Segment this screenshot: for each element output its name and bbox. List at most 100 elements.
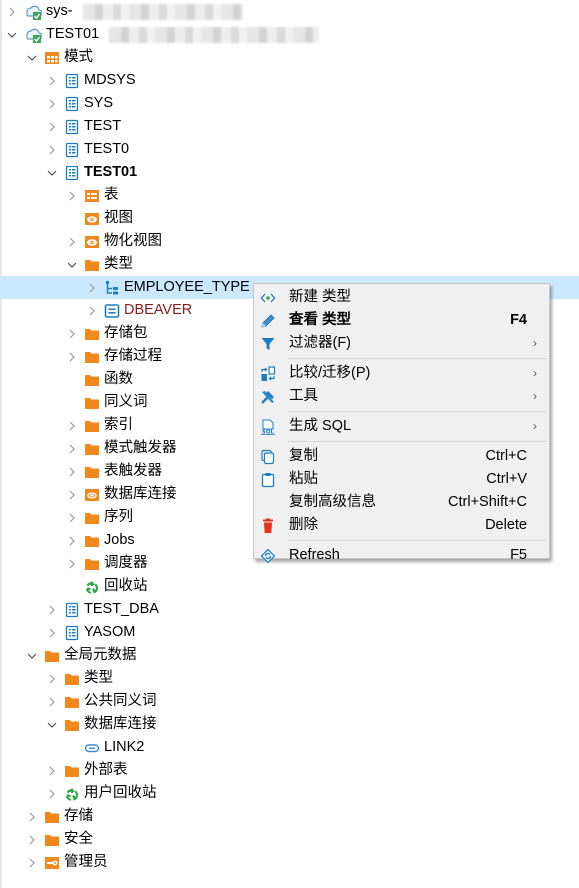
- table-folder-icon: [84, 188, 100, 204]
- expand-chevron-icon[interactable]: [46, 782, 58, 805]
- menu-item-copy[interactable]: 复制 Ctrl+C: [254, 445, 549, 468]
- tree-node-label: DBEAVER: [124, 302, 193, 318]
- tree-node-sys[interactable]: sys -: [0, 0, 579, 23]
- tree-node-模式[interactable]: 模式: [0, 46, 579, 69]
- context-menu: 新建 类型 查看 类型 F4 过滤器(F) › 比较/迁移(P) › 工具 › SQL 生成 SQL…: [253, 283, 550, 563]
- tree-node-用户回收站[interactable]: 用户回收站: [0, 782, 579, 805]
- tree-node-label: 函数: [104, 371, 133, 387]
- paste-icon: [260, 472, 276, 488]
- tree-node-公共同义词[interactable]: 公共同义词: [0, 690, 579, 713]
- tree-node-test01[interactable]: TEST01: [0, 161, 579, 184]
- tree-node-label: 用户回收站: [84, 785, 157, 801]
- tree-node-label: 视图: [104, 210, 133, 226]
- expand-chevron-icon[interactable]: [66, 230, 78, 253]
- schema-icon: [64, 602, 80, 618]
- tree-node-类型[interactable]: 类型: [0, 253, 579, 276]
- expand-chevron-icon[interactable]: [66, 460, 78, 483]
- expand-chevron-icon[interactable]: [66, 184, 78, 207]
- submenu-arrow-icon: ›: [533, 419, 537, 433]
- tree-node-视图[interactable]: 视图: [0, 207, 579, 230]
- schema-icon: [64, 73, 80, 89]
- tree-node-test_dba[interactable]: TEST_DBA: [0, 598, 579, 621]
- expand-chevron-icon[interactable]: [46, 759, 58, 782]
- expand-chevron-icon[interactable]: [46, 115, 58, 138]
- expand-chevron-icon[interactable]: [26, 828, 38, 851]
- tree-node-回收站[interactable]: 回收站: [0, 575, 579, 598]
- menu-item-edit-pencil[interactable]: 查看 类型 F4: [254, 309, 549, 332]
- tree-node-外部表[interactable]: 外部表: [0, 759, 579, 782]
- tree-node-类型[interactable]: 类型: [0, 667, 579, 690]
- tree-node-存储[interactable]: 存储: [0, 805, 579, 828]
- expand-chevron-icon[interactable]: [86, 276, 98, 299]
- expand-chevron-icon[interactable]: [26, 851, 38, 874]
- menu-item-compare[interactable]: 比较/迁移(P) ›: [254, 362, 549, 385]
- menu-item-paste[interactable]: 粘贴 Ctrl+V: [254, 468, 549, 491]
- tree-node-管理员[interactable]: 管理员: [0, 851, 579, 874]
- tree-node-mdsys[interactable]: MDSYS: [0, 69, 579, 92]
- collapse-chevron-icon[interactable]: [6, 23, 18, 46]
- expand-chevron-icon[interactable]: [66, 483, 78, 506]
- expand-chevron-icon[interactable]: [66, 345, 78, 368]
- tree-node-label: 表触发器: [104, 463, 162, 479]
- tree-node-test01[interactable]: TEST01: [0, 23, 579, 46]
- menu-item-new[interactable]: 新建 类型: [254, 286, 549, 309]
- menu-item-filter[interactable]: 过滤器(F) ›: [254, 332, 549, 355]
- menu-separator: [288, 411, 547, 412]
- type-invalid-icon: [104, 303, 120, 319]
- menu-item-tools[interactable]: 工具 ›: [254, 385, 549, 408]
- menu-separator: [288, 540, 547, 541]
- collapse-chevron-icon[interactable]: [26, 46, 38, 69]
- expand-chevron-icon[interactable]: [46, 690, 58, 713]
- expand-chevron-icon[interactable]: [46, 621, 58, 644]
- expand-chevron-icon[interactable]: [86, 299, 98, 322]
- tree-node-label: TEST: [84, 118, 122, 134]
- menu-item-shortcut: F5: [510, 547, 527, 563]
- expand-chevron-icon[interactable]: [66, 437, 78, 460]
- expand-chevron-icon[interactable]: [66, 552, 78, 575]
- menu-item-refresh[interactable]: Refresh F5: [254, 544, 549, 567]
- tree-node-安全[interactable]: 安全: [0, 828, 579, 851]
- tree-node-全局元数据[interactable]: 全局元数据: [0, 644, 579, 667]
- tree-node-label: TEST01: [46, 26, 100, 42]
- expand-chevron-icon[interactable]: [46, 69, 58, 92]
- collapse-chevron-icon[interactable]: [46, 161, 58, 184]
- collapse-chevron-icon[interactable]: [66, 253, 78, 276]
- expand-chevron-icon[interactable]: [66, 506, 78, 529]
- schema-icon: [64, 165, 80, 181]
- tree-node-link2[interactable]: LINK2: [0, 736, 579, 759]
- tree-node-表[interactable]: 表: [0, 184, 579, 207]
- collapse-chevron-icon[interactable]: [26, 644, 38, 667]
- expand-chevron-icon[interactable]: [66, 322, 78, 345]
- sql-icon: SQL: [260, 419, 276, 435]
- menu-separator: [288, 358, 547, 359]
- tree-node-label: 调度器: [104, 555, 148, 571]
- tree-node-数据库连接[interactable]: 数据库连接: [0, 713, 579, 736]
- expand-chevron-icon[interactable]: [46, 667, 58, 690]
- tree-node-label: TEST0: [84, 141, 130, 157]
- tree-node-物化视图[interactable]: 物化视图: [0, 230, 579, 253]
- expand-chevron-icon[interactable]: [46, 138, 58, 161]
- tree-node-test0[interactable]: TEST0: [0, 138, 579, 161]
- expand-chevron-icon[interactable]: [66, 529, 78, 552]
- tree-node-sys[interactable]: SYS: [0, 92, 579, 115]
- tree-node-test[interactable]: TEST: [0, 115, 579, 138]
- menu-item-copy-advanced-info[interactable]: 复制高级信息 Ctrl+Shift+C: [254, 491, 549, 514]
- menu-item-sql[interactable]: SQL 生成 SQL ›: [254, 415, 549, 438]
- folder-icon: [84, 464, 100, 480]
- expand-chevron-icon[interactable]: [26, 805, 38, 828]
- expand-chevron-icon[interactable]: [66, 414, 78, 437]
- collapse-chevron-icon[interactable]: [46, 713, 58, 736]
- folder-icon: [44, 648, 60, 664]
- folder-icon: [84, 533, 100, 549]
- menu-item-delete[interactable]: 删除 Delete: [254, 514, 549, 537]
- schema-icon: [64, 625, 80, 641]
- expand-chevron-icon[interactable]: [46, 598, 58, 621]
- no-icon: [260, 495, 276, 511]
- tree-node-label: TEST_DBA: [84, 601, 159, 617]
- tree-node-yasom[interactable]: YASOM: [0, 621, 579, 644]
- tree-node-label: 索引: [104, 417, 133, 433]
- expand-chevron-icon[interactable]: [6, 0, 18, 23]
- expand-chevron-icon[interactable]: [46, 92, 58, 115]
